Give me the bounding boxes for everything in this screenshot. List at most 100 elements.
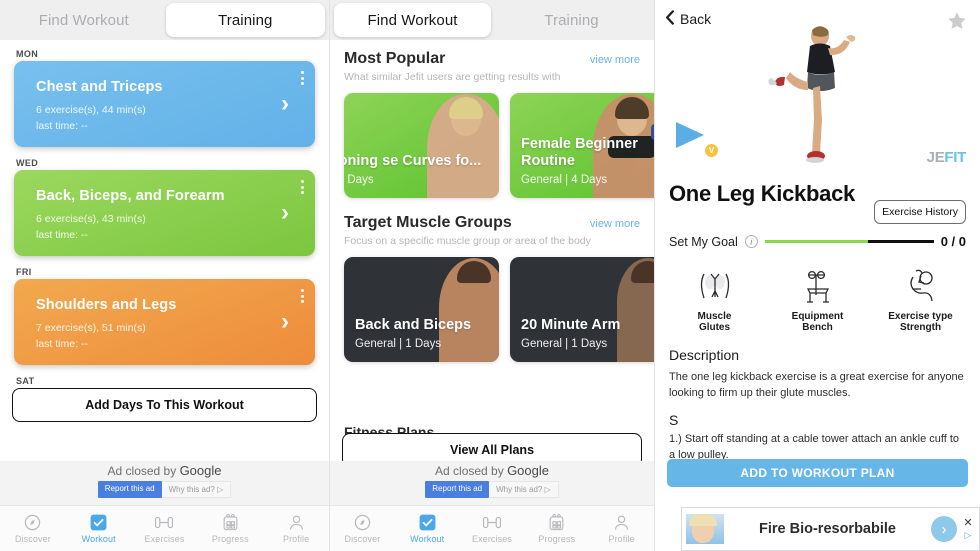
workout-card-title: Back, Biceps, and Forearm <box>36 188 225 204</box>
tab-label: Discover <box>14 534 51 544</box>
tab-discover[interactable]: Discover <box>330 513 395 544</box>
chevron-right-icon[interactable]: › <box>931 516 957 542</box>
workout-card-meta: 7 exercise(s), 51 min(s) last time: -- <box>36 321 299 353</box>
workout-card-last-time: last time: -- <box>36 337 88 350</box>
check-square-icon <box>89 513 108 532</box>
back-label: Back <box>680 11 712 27</box>
attribute-muscle: Muscle Glutes <box>663 265 766 333</box>
goal-value: 0 / 0 <box>940 234 966 249</box>
play-icon[interactable] <box>673 120 707 155</box>
tab-discover[interactable]: Discover <box>0 513 66 544</box>
tab-find-workout[interactable]: Find Workout <box>4 3 164 37</box>
segmented-control-discover: Find Workout Training <box>330 0 654 40</box>
workout-card-last-time: last time: -- <box>36 228 88 241</box>
report-ad-button[interactable]: Report this ad <box>97 481 162 498</box>
tab-progress[interactable]: Progress <box>524 513 589 544</box>
close-icon[interactable]: ✕ <box>963 518 972 529</box>
section-title: Target Muscle Groups <box>344 214 512 231</box>
tab-profile[interactable]: Profile <box>589 513 654 544</box>
tab-profile[interactable]: Profile <box>263 513 329 544</box>
description-heading: Description <box>669 347 740 363</box>
plan-card[interactable]: - Toning se Curves fo... 9 | 5 Days <box>344 93 499 198</box>
card-menu-icon[interactable] <box>301 180 304 194</box>
set-my-goal-row[interactable]: Set My Goal i 0 / 0 <box>655 224 980 249</box>
workout-card-title: Shoulders and Legs <box>36 297 177 313</box>
training-list: MON Chest and Triceps 6 exercise(s), 44 … <box>0 40 329 422</box>
workout-card[interactable]: Chest and Triceps 6 exercise(s), 44 min(… <box>14 61 315 147</box>
why-this-ad-button[interactable]: Why this ad? ▷ <box>489 481 559 498</box>
info-icon[interactable]: i <box>744 235 758 248</box>
ad-closed-text: Ad closed by Google <box>435 463 549 478</box>
set-my-goal-label: Set My Goal <box>669 234 738 249</box>
tab-find-workout[interactable]: Find Workout <box>334 3 491 37</box>
tab-workout[interactable]: Workout <box>395 513 460 544</box>
back-button[interactable]: Back <box>665 10 711 28</box>
plan-card-row: - Toning se Curves fo... 9 | 5 Days Fema… <box>330 83 654 198</box>
star-icon[interactable] <box>946 10 968 37</box>
why-this-ad-button[interactable]: Why this ad? ▷ <box>161 481 232 498</box>
exercise-history-button[interactable]: Exercise History <box>874 200 966 224</box>
adchoices-icon[interactable]: ▷ <box>965 531 972 540</box>
day-label-fri: FRI <box>16 267 32 277</box>
compass-icon <box>23 513 42 532</box>
section-header-target-muscle: Target Muscle Groups view more <box>330 198 654 232</box>
goal-progress-bar <box>764 240 934 244</box>
tab-training[interactable]: Training <box>165 3 325 37</box>
tab-training[interactable]: Training <box>493 3 650 37</box>
ad-closed-prefix: Ad closed by <box>107 464 180 478</box>
workout-card-title: Chest and Triceps <box>36 79 163 95</box>
tab-exercises[interactable]: Exercises <box>460 513 525 544</box>
goal-progress-remainder <box>867 240 934 243</box>
exercise-title: One Leg Kickback <box>669 181 855 206</box>
plan-card-title: Back and Biceps <box>355 316 472 333</box>
person-icon <box>287 513 306 532</box>
workout-card-last-time: last time: -- <box>36 119 88 132</box>
add-to-workout-plan-button[interactable]: ADD TO WORKOUT PLAN <box>667 459 968 487</box>
chevron-right-icon: › <box>281 90 289 117</box>
plan-card-text: - Toning se Curves fo... 9 | 5 Days <box>344 153 491 186</box>
tab-label: Profile <box>608 534 635 544</box>
chevron-right-icon: › <box>281 199 289 226</box>
training-panel: Find Workout Training MON Chest and Tric… <box>0 0 330 551</box>
workout-card[interactable]: Shoulders and Legs 7 exercise(s), 51 min… <box>14 279 315 365</box>
plan-card-title: Female Beginner Routine <box>521 135 638 169</box>
chevron-right-icon: › <box>281 308 289 335</box>
plan-card[interactable]: Female Beginner Routine General | 4 Days <box>510 93 654 198</box>
chevron-left-icon <box>665 10 675 28</box>
section-subtitle: Focus on a specific muscle group or area… <box>344 235 591 247</box>
day-label-mon: MON <box>16 49 39 59</box>
tab-label: Workout <box>410 534 445 544</box>
goal-progress-fill <box>764 240 868 243</box>
plan-card-text: Back and Biceps General | 1 Days <box>355 317 491 350</box>
view-more-link[interactable]: view more <box>590 214 640 230</box>
attribute-exercise-type: Exercise type Strength <box>869 265 972 333</box>
logo-part-1: JE <box>926 149 945 166</box>
workout-card-meta: 6 exercise(s), 43 min(s) last time: -- <box>36 212 299 244</box>
google-ad-strip: Ad closed by Google Report this ad Why t… <box>330 461 654 505</box>
card-menu-icon[interactable] <box>301 71 304 85</box>
card-menu-icon[interactable] <box>301 289 304 303</box>
report-ad-button[interactable]: Report this ad <box>425 481 490 498</box>
section-title: Most Popular <box>344 50 446 67</box>
calendar-chart-icon <box>221 513 240 532</box>
add-days-button[interactable]: Add Days To This Workout <box>12 388 317 422</box>
exercise-hero: Back V JEFIT <box>655 0 980 176</box>
steps-heading: S <box>669 411 679 428</box>
plan-card[interactable]: 20 Minute Arm General | 1 Days <box>510 257 654 362</box>
logo-part-2: FIT <box>944 149 966 166</box>
glutes-icon <box>695 265 735 309</box>
dumbbell-icon <box>153 513 175 532</box>
view-more-link[interactable]: view more <box>590 50 640 66</box>
attribute-key: Exercise type <box>888 311 953 322</box>
banner-ad-headline: Fire Bio-resorbabile <box>759 521 896 537</box>
plan-card[interactable]: Back and Biceps General | 1 Days <box>344 257 499 362</box>
plan-card-meta: General | 1 Days <box>521 338 608 350</box>
attribute-key: Muscle <box>697 311 732 322</box>
workout-card[interactable]: Back, Biceps, and Forearm 6 exercise(s),… <box>14 170 315 256</box>
tab-exercises[interactable]: Exercises <box>132 513 198 544</box>
banner-ad[interactable]: Fire Bio-resorbabile › ✕ ▷ <box>681 507 980 551</box>
tab-workout[interactable]: Workout <box>66 513 132 544</box>
dumbbell-icon <box>481 513 503 532</box>
tab-progress[interactable]: Progress <box>197 513 263 544</box>
plan-card-meta: General | 4 Days <box>521 174 608 186</box>
